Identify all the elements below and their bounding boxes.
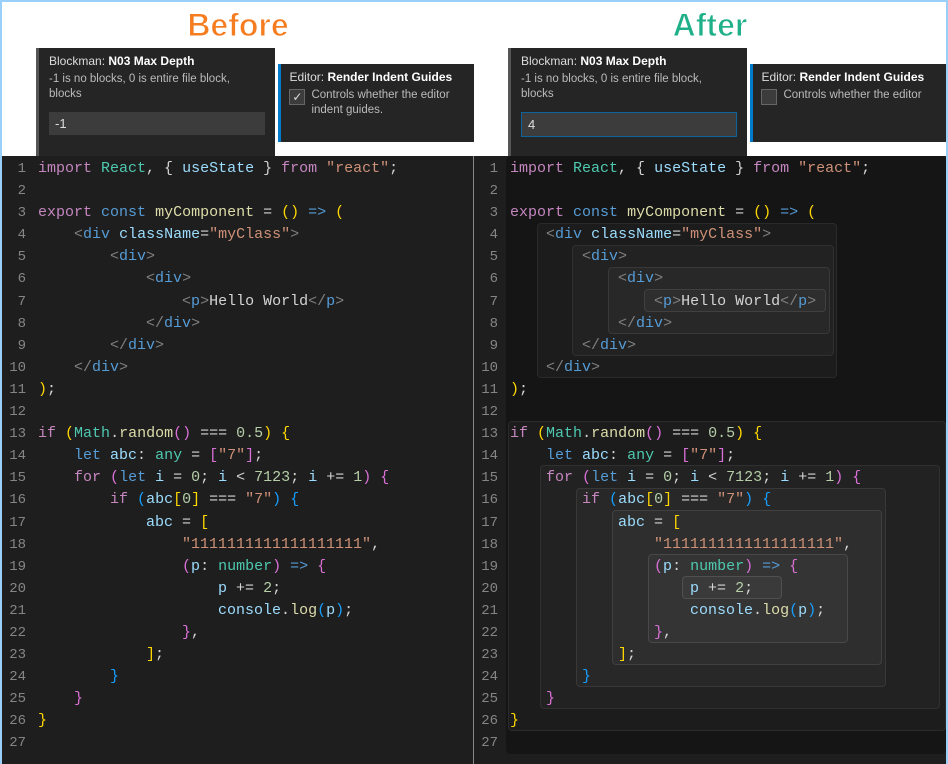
- indent-setting-after: Editor: Render Indent Guides ✓ Controls …: [750, 64, 946, 142]
- code-line[interactable]: [38, 401, 473, 423]
- code-line[interactable]: let abc: any = ["7"];: [38, 445, 473, 467]
- code-line[interactable]: [510, 401, 946, 423]
- code-line[interactable]: console.log(p);: [38, 600, 473, 622]
- code-line[interactable]: p += 2;: [38, 578, 473, 600]
- code-line[interactable]: </div>: [38, 313, 473, 335]
- code-line[interactable]: <div>: [510, 268, 946, 290]
- max-depth-input-after[interactable]: [521, 112, 737, 137]
- code-line[interactable]: </div>: [510, 313, 946, 335]
- indent-setting-before: Editor: Render Indent Guides ✓ Controls …: [278, 64, 474, 142]
- code-line[interactable]: [38, 180, 473, 202]
- code-line[interactable]: (p: number) => {: [38, 556, 473, 578]
- editor-before[interactable]: 1234567891011121314151617181920212223242…: [2, 156, 474, 764]
- code-line[interactable]: }: [38, 688, 473, 710]
- code-line[interactable]: "1111111111111111111",: [510, 534, 946, 556]
- editor-after[interactable]: 1234567891011121314151617181920212223242…: [474, 156, 946, 764]
- settings-before: Blockman: N03 Max Depth -1 is no blocks,…: [2, 48, 474, 156]
- blockman-setting-before: Blockman: N03 Max Depth -1 is no blocks,…: [36, 48, 275, 156]
- code-line[interactable]: if (Math.random() === 0.5) {: [38, 423, 473, 445]
- blockman-setting-after: Blockman: N03 Max Depth -1 is no blocks,…: [508, 48, 747, 156]
- code-line[interactable]: [510, 732, 946, 754]
- max-depth-input-before[interactable]: [49, 112, 265, 135]
- after-title: After: [673, 7, 748, 44]
- code-line[interactable]: }: [510, 710, 946, 732]
- setting-title: Blockman: N03 Max Depth: [49, 54, 265, 68]
- code-line[interactable]: [510, 180, 946, 202]
- code-line[interactable]: }: [38, 710, 473, 732]
- editors-row: 1234567891011121314151617181920212223242…: [2, 156, 946, 764]
- code-line[interactable]: <p>Hello World</p>: [38, 291, 473, 313]
- before-title: Before: [187, 7, 288, 44]
- comparison-header: Before After: [2, 2, 946, 48]
- setting-desc: -1 is no blocks, 0 is entire file block,…: [49, 72, 265, 102]
- gutter-before: 1234567891011121314151617181920212223242…: [2, 156, 38, 764]
- code-line[interactable]: ];: [510, 644, 946, 666]
- code-line[interactable]: }: [38, 666, 473, 688]
- code-line[interactable]: export const myComponent = () => (: [510, 202, 946, 224]
- code-line[interactable]: <div>: [38, 268, 473, 290]
- setting-title: Blockman: N03 Max Depth: [521, 54, 737, 68]
- code-line[interactable]: if (Math.random() === 0.5) {: [510, 423, 946, 445]
- setting-desc: -1 is no blocks, 0 is entire file block,…: [521, 72, 737, 102]
- code-line[interactable]: "1111111111111111111",: [38, 534, 473, 556]
- code-line[interactable]: if (abc[0] === "7") {: [510, 489, 946, 511]
- code-after[interactable]: import React, { useState } from "react";…: [510, 156, 946, 764]
- code-line[interactable]: </div>: [38, 357, 473, 379]
- settings-row: Blockman: N03 Max Depth -1 is no blocks,…: [2, 48, 946, 156]
- code-line[interactable]: );: [38, 379, 473, 401]
- code-line[interactable]: ];: [38, 644, 473, 666]
- code-line[interactable]: <p>Hello World</p>: [510, 291, 946, 313]
- code-line[interactable]: for (let i = 0; i < 7123; i += 1) {: [38, 467, 473, 489]
- code-line[interactable]: let abc: any = ["7"];: [510, 445, 946, 467]
- settings-after: Blockman: N03 Max Depth -1 is no blocks,…: [474, 48, 946, 156]
- after-header: After: [474, 2, 946, 48]
- indent-checkbox-after[interactable]: ✓: [761, 89, 777, 105]
- code-line[interactable]: [38, 732, 473, 754]
- code-line[interactable]: </div>: [510, 357, 946, 379]
- gutter-after: 1234567891011121314151617181920212223242…: [474, 156, 510, 764]
- code-line[interactable]: },: [38, 622, 473, 644]
- code-line[interactable]: <div>: [38, 246, 473, 268]
- before-header: Before: [2, 2, 474, 48]
- indent-desc: Controls whether the editor indent guide…: [311, 88, 464, 118]
- indent-desc: Controls whether the editor: [783, 88, 921, 103]
- code-line[interactable]: }: [510, 666, 946, 688]
- code-line[interactable]: (p: number) => {: [510, 556, 946, 578]
- code-line[interactable]: </div>: [510, 335, 946, 357]
- code-line[interactable]: abc = [: [510, 512, 946, 534]
- code-line[interactable]: console.log(p);: [510, 600, 946, 622]
- code-line[interactable]: p += 2;: [510, 578, 946, 600]
- code-line[interactable]: </div>: [38, 335, 473, 357]
- code-line[interactable]: <div>: [510, 246, 946, 268]
- code-line[interactable]: }: [510, 688, 946, 710]
- code-line[interactable]: export const myComponent = () => (: [38, 202, 473, 224]
- code-line[interactable]: abc = [: [38, 512, 473, 534]
- indent-checkbox-before[interactable]: ✓: [289, 89, 305, 105]
- code-line[interactable]: import React, { useState } from "react";: [510, 158, 946, 180]
- setting-title: Editor: Render Indent Guides: [761, 70, 936, 84]
- code-line[interactable]: for (let i = 0; i < 7123; i += 1) {: [510, 467, 946, 489]
- code-line[interactable]: },: [510, 622, 946, 644]
- code-before[interactable]: import React, { useState } from "react";…: [38, 156, 473, 764]
- setting-title: Editor: Render Indent Guides: [289, 70, 464, 84]
- code-line[interactable]: <div className="myClass">: [38, 224, 473, 246]
- code-line[interactable]: if (abc[0] === "7") {: [38, 489, 473, 511]
- code-line[interactable]: import React, { useState } from "react";: [38, 158, 473, 180]
- code-line[interactable]: );: [510, 379, 946, 401]
- code-line[interactable]: <div className="myClass">: [510, 224, 946, 246]
